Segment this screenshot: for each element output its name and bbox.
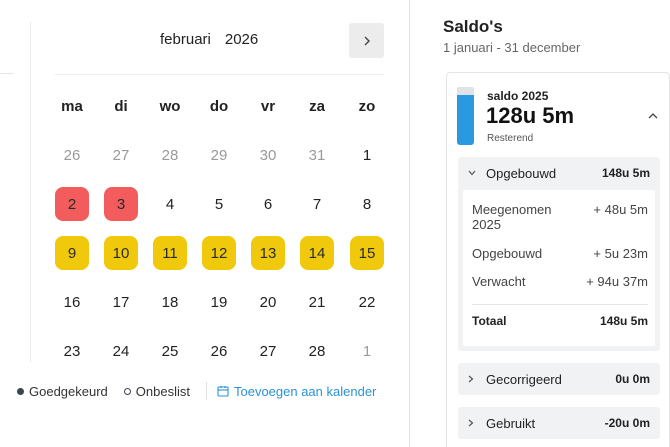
weekday-label: di: [114, 98, 128, 115]
divider: [472, 304, 648, 305]
divider: [55, 74, 384, 75]
chevron-right-icon: [468, 419, 478, 427]
calendar-day[interactable]: 29: [202, 138, 236, 172]
add-to-calendar-label: Toevoegen aan kalender: [233, 383, 377, 399]
calendar-icon: [217, 386, 229, 397]
balance-bar-used: [457, 87, 474, 95]
calendar-day[interactable]: 23: [55, 334, 89, 368]
section-value: 148u 5m: [601, 166, 650, 180]
weekday-label: za: [309, 98, 325, 115]
calendar-day[interactable]: 4: [153, 187, 187, 221]
weekday-label: zo: [358, 98, 376, 115]
balance-card: saldo 2025 128u 5m Resterend Opgebouwd 1…: [446, 72, 670, 447]
calendar-day[interactable]: 17: [104, 285, 138, 319]
calendar-day[interactable]: 1: [350, 334, 384, 368]
chevron-right-icon: [468, 375, 478, 383]
detail-label: Opgebouwd: [472, 246, 543, 261]
section-gecorrigeerd-header[interactable]: Gecorrigeerd 0u 0m: [458, 363, 660, 395]
calendar-day-leave[interactable]: 12: [202, 236, 236, 270]
calendar-day[interactable]: 16: [55, 285, 89, 319]
calendar-day[interactable]: 1: [350, 138, 384, 172]
detail-label: Verwacht: [472, 274, 526, 289]
calendar-day-leave[interactable]: 11: [153, 236, 187, 270]
divider: [30, 22, 31, 362]
calendar-day[interactable]: 28: [300, 334, 334, 368]
section-value: 0u 0m: [615, 372, 650, 386]
chevron-right-icon: [364, 36, 370, 45]
section-gecorrigeerd[interactable]: Gecorrigeerd 0u 0m: [458, 363, 660, 395]
chevron-up-icon[interactable]: [647, 111, 659, 121]
calendar-day[interactable]: 6: [251, 187, 285, 221]
calendar-day[interactable]: 28: [153, 138, 187, 172]
detail-value: + 5u 23m: [593, 246, 648, 261]
calendar-day[interactable]: 5: [202, 187, 236, 221]
hollow-dot-icon: [123, 387, 131, 395]
section-label: Opgebouwd: [486, 165, 557, 181]
section-gebruikt-header[interactable]: Gebruikt -20u 0m: [458, 407, 660, 439]
weekday-label: ma: [61, 98, 83, 115]
calendar-day[interactable]: 19: [202, 285, 236, 319]
calendar-day[interactable]: 31: [300, 138, 334, 172]
section-opgebouwd: Opgebouwd 148u 5m Meegenomen 2025 + 48u …: [458, 157, 660, 351]
section-opgebouwd-header[interactable]: Opgebouwd 148u 5m: [458, 157, 660, 189]
detail-value: + 48u 5m: [593, 202, 648, 217]
calendar-day-leave[interactable]: 9: [55, 236, 89, 270]
section-gebruikt[interactable]: Gebruikt -20u 0m: [458, 407, 660, 439]
saldos-title: Saldo's: [443, 17, 503, 36]
saldos-date-range: 1 januari - 31 december: [443, 40, 581, 55]
calendar-day-leave[interactable]: 14: [300, 236, 334, 270]
calendar-day[interactable]: 26: [202, 334, 236, 368]
balance-value: 128u 5m: [486, 103, 575, 128]
calendar-day-absence[interactable]: 2: [55, 187, 89, 221]
calendar-day-leave[interactable]: 13: [251, 236, 285, 270]
balance-bar: [457, 87, 474, 145]
year-label: 2026: [224, 31, 259, 48]
divider: [0, 73, 14, 74]
month-label: februari: [160, 31, 211, 48]
calendar-day[interactable]: 8: [350, 187, 384, 221]
filled-dot-icon: [17, 387, 24, 395]
calendar-legend: Goedgekeurd Onbeslist Toevoegen aan kale…: [17, 382, 376, 400]
legend-undecided: Onbeslist: [123, 383, 190, 399]
calendar-day[interactable]: 20: [251, 285, 285, 319]
panel-divider: [409, 0, 410, 447]
section-label: Gebruikt: [486, 415, 536, 431]
chevron-down-icon: [468, 170, 478, 176]
next-month-button[interactable]: [349, 23, 384, 58]
calendar-day-leave[interactable]: 15: [350, 236, 384, 270]
calendar-day[interactable]: 30: [251, 138, 285, 172]
weekday-label: wo: [159, 98, 181, 115]
detail-label: Meegenomen 2025: [472, 202, 552, 232]
detail-value: + 94u 37m: [586, 274, 648, 289]
legend-approved: Goedgekeurd: [17, 384, 108, 399]
legend-undecided-label: Onbeslist: [135, 383, 190, 399]
calendar-day[interactable]: 7: [300, 187, 334, 221]
total-label: Totaal: [472, 314, 507, 328]
total-value: 148u 5m: [599, 314, 648, 328]
calendar-day[interactable]: 24: [104, 334, 138, 368]
balance-label: saldo 2025: [487, 89, 549, 103]
section-opgebouwd-details: Meegenomen 2025 + 48u 5m Opgebouwd + 5u …: [463, 190, 655, 346]
weekday-label: vr: [260, 98, 276, 115]
divider: [205, 382, 207, 400]
calendar-day[interactable]: 18: [153, 285, 187, 319]
calendar-day[interactable]: 25: [153, 334, 187, 368]
calendar-month-title: februari 2026: [160, 31, 258, 48]
section-label: Gecorrigeerd: [486, 371, 562, 387]
add-to-calendar-link[interactable]: Toevoegen aan kalender: [217, 384, 376, 399]
calendar-day[interactable]: 27: [104, 138, 138, 172]
legend-approved-label: Goedgekeurd: [29, 383, 108, 399]
calendar-day[interactable]: 27: [251, 334, 285, 368]
balance-subtitle: Resterend: [487, 133, 534, 144]
weekday-label: do: [209, 98, 229, 115]
calendar-day[interactable]: 21: [300, 285, 334, 319]
calendar-day[interactable]: 26: [55, 138, 89, 172]
calendar-day[interactable]: 22: [350, 285, 384, 319]
section-value: -20u 0m: [604, 416, 650, 430]
calendar-day-absence[interactable]: 3: [104, 187, 138, 221]
calendar-day-leave[interactable]: 10: [104, 236, 138, 270]
